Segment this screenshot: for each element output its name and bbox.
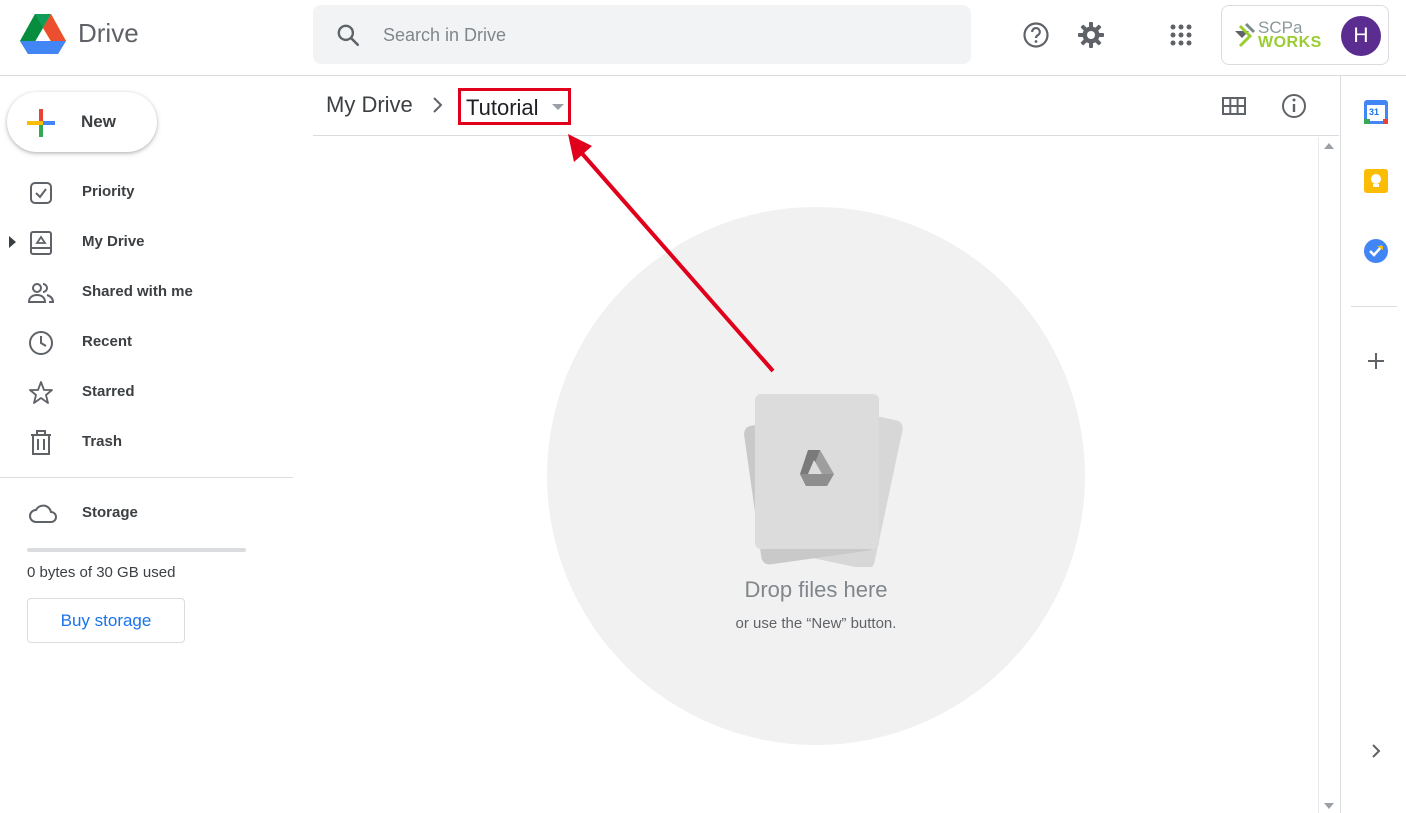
star-icon <box>29 381 53 404</box>
breadcrumb-current-label: Tutorial <box>466 95 539 120</box>
sidebar-item-label: My Drive <box>82 233 145 250</box>
new-button[interactable]: New <box>7 92 157 152</box>
empty-state-drop-zone[interactable]: Drop files here or use the “New” button. <box>547 207 1085 745</box>
org-logo-mark-icon <box>1238 22 1256 48</box>
sidebar-item-priority[interactable]: Priority <box>0 172 280 212</box>
keep-icon[interactable] <box>1363 168 1389 194</box>
help-icon[interactable] <box>1021 20 1051 50</box>
sidebar-item-trash[interactable]: Trash <box>0 422 280 462</box>
search-icon[interactable] <box>335 22 361 48</box>
grid-view-icon[interactable] <box>1220 92 1248 120</box>
tasks-icon[interactable] <box>1363 238 1389 264</box>
breadcrumb: My Drive Tutorial <box>313 76 1339 136</box>
cloud-icon <box>29 504 57 523</box>
scroll-down-arrow-icon[interactable] <box>1324 803 1334 809</box>
trash-icon <box>31 430 51 455</box>
drop-files-illustration-icon <box>744 394 903 567</box>
storage-usage-bar <box>27 548 246 552</box>
sidebar-item-label: Priority <box>82 183 135 200</box>
sidebar-item-label: Shared with me <box>82 283 193 300</box>
scroll-up-arrow-icon[interactable] <box>1324 143 1334 149</box>
top-bar: Drive Search in Drive SCPa WORKS H <box>0 0 1406 76</box>
side-panel-divider <box>1351 306 1397 307</box>
drive-logo-icon[interactable] <box>20 14 66 54</box>
expand-side-panel-chevron-icon[interactable] <box>1363 738 1389 764</box>
org-logo-text-bottom: WORKS <box>1258 34 1322 51</box>
sidebar-item-label: Starred <box>82 383 135 400</box>
main-scrollbar[interactable] <box>1318 137 1339 813</box>
clock-icon <box>29 331 53 355</box>
organization-logo: SCPa WORKS <box>1236 18 1326 52</box>
sidebar-item-starred[interactable]: Starred <box>0 372 280 412</box>
folder-menu-dropdown-icon[interactable] <box>552 104 564 110</box>
sidebar-item-label: Storage <box>82 504 138 521</box>
sidebar-item-recent[interactable]: Recent <box>0 322 280 362</box>
main-content: My Drive Tutorial Drop files here or use… <box>313 76 1339 813</box>
settings-gear-icon[interactable] <box>1076 20 1106 50</box>
empty-state-title: Drop files here <box>744 577 888 602</box>
empty-state-subtitle: or use the “New” button. <box>735 615 897 632</box>
search-bar[interactable] <box>313 5 1249 64</box>
search-input[interactable] <box>383 19 903 51</box>
calendar-app[interactable]: 31 <box>1363 99 1389 125</box>
new-plus-icon <box>27 109 55 137</box>
sidebar-item-shared-with-me[interactable]: Shared with me <box>0 272 280 312</box>
expand-caret-icon[interactable] <box>9 236 16 248</box>
my-drive-icon <box>30 231 52 255</box>
add-addon-plus-icon[interactable] <box>1363 348 1389 374</box>
app-name[interactable]: Drive <box>78 18 139 49</box>
buy-storage-button[interactable]: Buy storage <box>27 598 185 643</box>
priority-icon <box>30 182 52 204</box>
shared-icon <box>28 283 54 303</box>
breadcrumb-my-drive[interactable]: My Drive <box>326 92 413 118</box>
sidebar-item-label: Trash <box>82 433 123 450</box>
chevron-right-icon <box>433 97 443 113</box>
calendar-day-label: 31 <box>1369 107 1380 117</box>
breadcrumb-current-folder[interactable]: Tutorial <box>458 88 571 125</box>
sidebar-divider <box>0 477 293 478</box>
sidebar-item-storage[interactable]: Storage <box>0 493 280 533</box>
avatar[interactable]: H <box>1341 16 1381 56</box>
sidebar-item-label: Recent <box>82 333 133 350</box>
sidebar-item-my-drive[interactable]: My Drive <box>0 222 280 262</box>
side-panel: 31 <box>1340 76 1406 813</box>
apps-grid-icon[interactable] <box>1166 20 1196 50</box>
info-icon[interactable] <box>1280 92 1308 120</box>
sidebar: New Priority My Drive Shared with me Rec… <box>0 76 294 813</box>
storage-usage-text: 0 bytes of 30 GB used <box>27 564 176 581</box>
account-switcher[interactable]: SCPa WORKS H <box>1221 5 1389 65</box>
new-button-label: New <box>81 112 116 131</box>
